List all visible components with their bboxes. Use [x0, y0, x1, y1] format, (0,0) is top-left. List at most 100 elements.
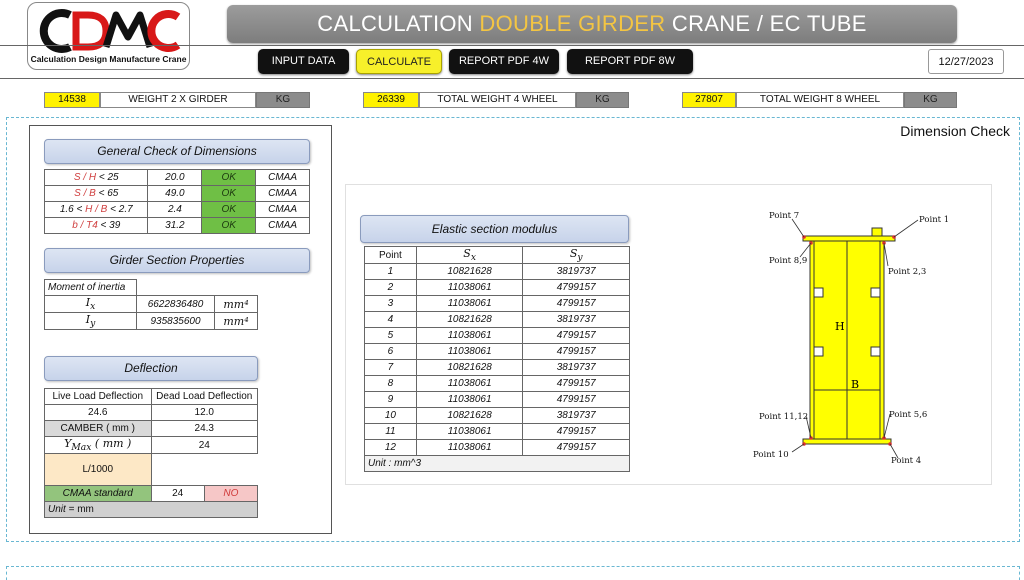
ymax-value: 24 [150, 435, 258, 455]
report-pdf-4w-button[interactable]: REPORT PDF 4W [449, 49, 559, 74]
sx-cell: 11038061 [415, 423, 524, 441]
cdmc-logo-mark [39, 9, 181, 53]
check-value: 20.0 [147, 169, 203, 186]
point-cell: 3 [364, 295, 417, 313]
sx-cell: 11038061 [415, 279, 524, 297]
cmaa-standard-cells: 24 NO [150, 485, 258, 503]
sx-cell: 11038061 [415, 327, 524, 345]
sx-cell: 11038061 [415, 295, 524, 313]
sx-cell: 11038061 [415, 439, 524, 457]
sy-cell: 3819737 [522, 263, 630, 281]
header-divider-bottom [0, 78, 1024, 79]
live-load-value: 24.6 [44, 404, 152, 421]
check-standard: CMAA [255, 217, 310, 234]
weight-4wheel-unit: KG [576, 92, 629, 108]
elastic-modulus-table: Point Sx Sy 1 10821628 3819737 2 11038061 479… [364, 245, 630, 473]
point-cell: 4 [364, 311, 417, 329]
check-standard: CMAA [255, 185, 310, 202]
table-row: 2 11038061 4799157 [364, 279, 630, 297]
sy-cell: 4799157 [522, 391, 630, 409]
section-properties-header: Girder Section Properties [44, 248, 310, 273]
ix-symbol: Ix [44, 294, 137, 314]
deflection-unit: Unit = mm [44, 501, 258, 519]
table-row: 4 10821628 3819737 [364, 311, 630, 329]
calculate-button[interactable]: CALCULATE [356, 49, 442, 74]
label-point-7: Point 7 [769, 211, 799, 221]
stiffener-br [870, 346, 881, 357]
stiffener-tl [813, 287, 824, 298]
sy-cell: 4799157 [522, 279, 630, 297]
point-cell: 2 [364, 279, 417, 297]
weight-girder-unit: KG [256, 92, 310, 108]
iy-value: 935835600 [136, 312, 215, 331]
label-point-4: Point 4 [891, 456, 921, 466]
point-cell: 5 [364, 327, 417, 345]
report-pdf-8w-button[interactable]: REPORT PDF 8W [567, 49, 693, 74]
sx-cell: 10821628 [415, 359, 524, 377]
rail [871, 227, 883, 237]
check-condition: S / B < 65 [43, 185, 149, 202]
title-accent: DOUBLE GIRDER [479, 11, 666, 36]
left-results-panel: General Check of Dimensions S / H < 25 20… [29, 125, 332, 534]
sx-cell: 10821628 [415, 263, 524, 281]
check-value: 31.2 [147, 217, 203, 234]
sx-cell: 10821628 [415, 407, 524, 425]
general-check-row: S / B < 65 49.0 OK CMAA [43, 185, 310, 202]
point-cell: 12 [364, 439, 417, 457]
general-check-table: S / H < 25 20.0 OK CMAA S / B < 65 49.0 OK CMAA… [43, 169, 310, 234]
check-standard: CMAA [255, 169, 310, 186]
sx-cell: 11038061 [415, 375, 524, 393]
ix-unit: mm⁴ [214, 294, 258, 314]
point-cell: 7 [364, 359, 417, 377]
point-cell: 6 [364, 343, 417, 361]
b-label: B [851, 378, 859, 391]
elastic-modulus-header: Elastic section modulus [360, 215, 629, 243]
deflection-table: Live Load Deflection Dead Load Deflectio… [44, 388, 258, 519]
sy-cell: 4799157 [522, 423, 630, 441]
input-data-button[interactable]: INPUT DATA [258, 49, 349, 74]
sy-cell: 4799157 [522, 439, 630, 457]
cmaa-standard-label: CMAA standard [44, 485, 152, 503]
logo-tagline: Calculation Design Manufacture Crane [30, 54, 187, 64]
col-point-header: Point [364, 245, 417, 265]
camber-label: CAMBER ( mm ) [44, 420, 152, 437]
table-row: 5 11038061 4799157 [364, 327, 630, 345]
check-value: 49.0 [147, 185, 203, 202]
header-divider-top [0, 45, 1024, 46]
general-check-row: S / H < 25 20.0 OK CMAA [43, 169, 310, 186]
sy-cell: 3819737 [522, 311, 630, 329]
check-status-badge: OK [201, 169, 257, 186]
sx-cell: 11038061 [415, 391, 524, 409]
label-point-10: Point 10 [753, 450, 789, 460]
sx-cell: 10821628 [415, 311, 524, 329]
table-row: 11 11038061 4799157 [364, 423, 630, 441]
h-label: H [835, 320, 845, 333]
label-point-11-12: Point 11,12 [759, 412, 808, 422]
general-check-row: 1.6 < H / B < 2.7 2.4 OK CMAA [43, 201, 310, 218]
check-condition: 1.6 < H / B < 2.7 [43, 201, 149, 218]
sy-cell: 3819737 [522, 359, 630, 377]
deflection-ratio: L/1000 [44, 453, 152, 487]
camber-value: 24.3 [150, 420, 258, 437]
table-row: 9 11038061 4799157 [364, 391, 630, 409]
weight-girder-label: WEIGHT 2 X GIRDER [100, 92, 256, 108]
point-cell: 11 [364, 423, 417, 441]
weight-girder-value: 14538 [44, 92, 100, 108]
weight-8wheel-label: TOTAL WEIGHT 8 WHEEL [736, 92, 904, 108]
deflection-header: Deflection [44, 356, 258, 381]
weight-8wheel-unit: KG [904, 92, 957, 108]
sy-cell: 4799157 [522, 295, 630, 313]
weight-4wheel-label: TOTAL WEIGHT 4 WHEEL [419, 92, 576, 108]
general-check-row: b / T4 < 39 31.2 OK CMAA [43, 217, 310, 234]
sy-cell: 3819737 [522, 407, 630, 425]
girder-cross-section-diagram: H B Point 7 Point 1 Point 8,9 Point 2,3 [753, 211, 949, 466]
table-row: 1 10821628 3819737 [364, 263, 630, 281]
check-status-badge: OK [201, 201, 257, 218]
bottom-flange [802, 438, 892, 445]
top-flange [802, 235, 896, 242]
table-row: 8 11038061 4799157 [364, 375, 630, 393]
point-cell: 9 [364, 391, 417, 409]
col-sy-header: Sy [522, 245, 630, 265]
page-title: CALCULATION DOUBLE GIRDER CRANE / EC TUB… [227, 5, 957, 43]
ymax-label: YMax ( mm ) [44, 435, 152, 455]
